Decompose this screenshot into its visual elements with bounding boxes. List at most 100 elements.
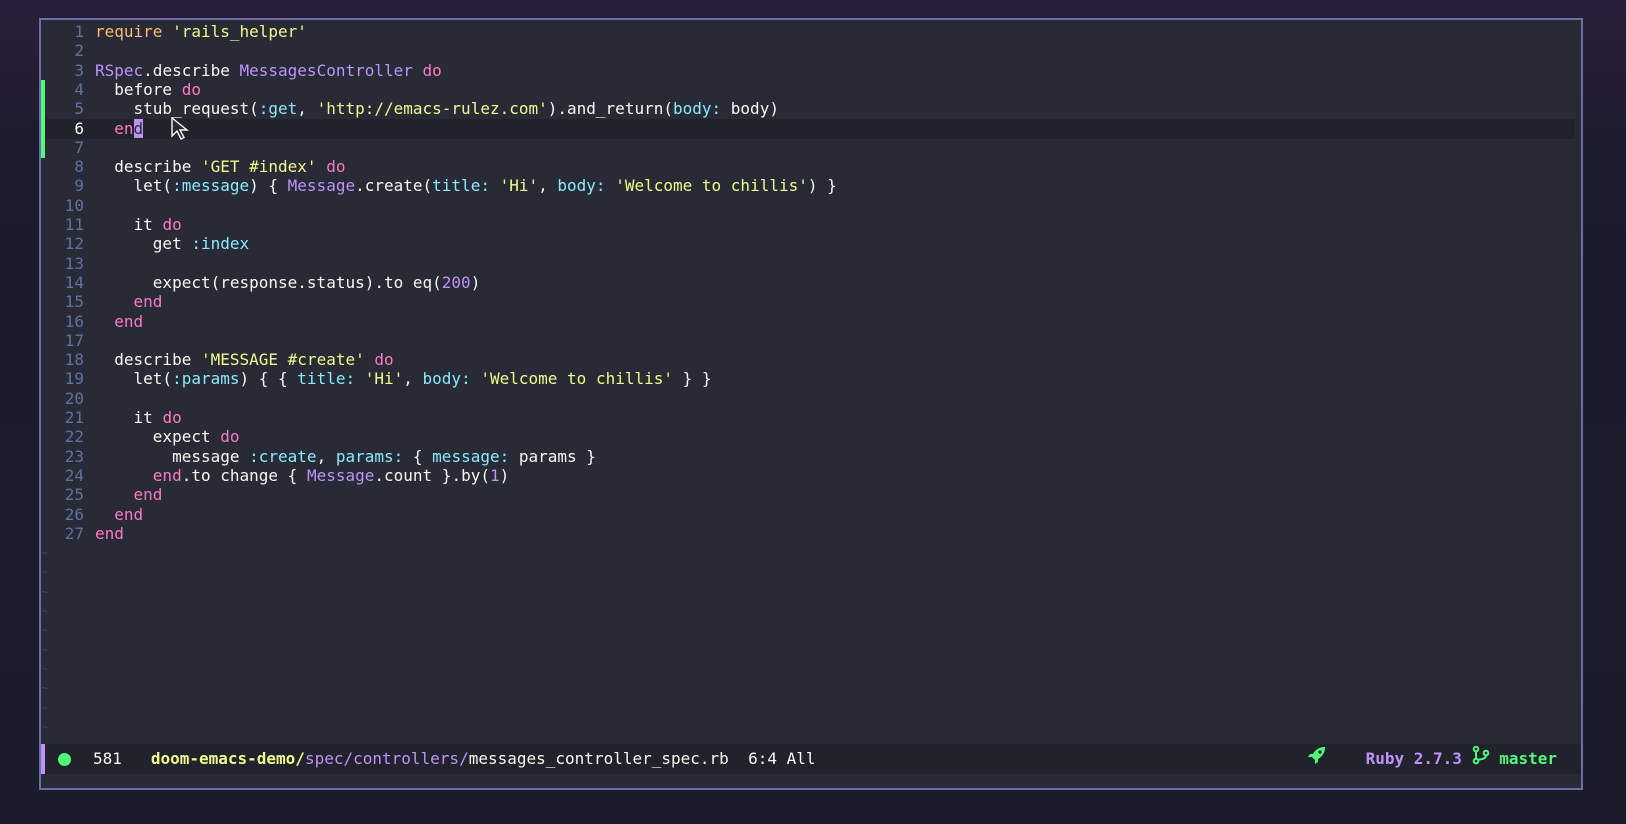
code-text: describe 'MESSAGE #create' do <box>95 350 393 370</box>
code-line[interactable]: 24 end.to change { Message.count }.by(1) <box>41 466 1575 486</box>
code-token: , <box>403 369 423 389</box>
line-number: 24 <box>64 465 84 485</box>
code-token: .create( <box>355 176 433 196</box>
code-token: .count }.by( <box>374 465 490 485</box>
code-line[interactable]: 16 end <box>41 312 1575 332</box>
code-line[interactable]: 25 end <box>41 485 1575 505</box>
git-branch[interactable]: master <box>1499 749 1557 768</box>
code-line[interactable]: 6 end <box>41 118 1575 139</box>
code-line[interactable]: 22 expect do <box>41 427 1575 447</box>
code-token: body) <box>721 99 779 119</box>
code-line[interactable]: 1 require 'rails_helper' <box>41 22 1575 42</box>
editor-pane[interactable]: 1 require 'rails_helper' 2 3 RSpec.describe … <box>41 20 1581 744</box>
code-line[interactable]: 19 let(:params) { { title: 'Hi', body: '… <box>41 369 1575 389</box>
code-line[interactable]: 27 end <box>41 524 1575 544</box>
code-line[interactable]: 8 describe 'GET #index' do <box>41 157 1575 177</box>
code-text: it do <box>95 408 182 428</box>
code-token: do <box>326 157 346 177</box>
code-token: let( <box>95 176 173 196</box>
code-line[interactable]: 26 end <box>41 505 1575 525</box>
code-token: 200 <box>441 272 471 292</box>
line-number: 20 <box>64 388 84 408</box>
text-cursor: d <box>133 118 144 138</box>
code-line[interactable]: 20 <box>41 389 1575 409</box>
code-token: :create <box>249 446 317 466</box>
code-line[interactable]: 5 stub_request(:get, 'http://emacs-rulez… <box>41 99 1575 120</box>
code-token: } } <box>673 369 712 389</box>
path-root[interactable]: doom-emacs-demo/ <box>151 749 305 768</box>
code-token: message <box>95 446 250 466</box>
code-token: before <box>95 79 182 99</box>
line-number: 12 <box>64 234 84 254</box>
line-number: 1 <box>74 22 84 41</box>
code-token: Message <box>287 176 356 196</box>
code-line[interactable]: 12 get :index <box>41 234 1575 254</box>
line-number: 2 <box>74 41 84 61</box>
code-line[interactable]: 18 describe 'MESSAGE #create' do <box>41 350 1575 370</box>
code-token: 'Welcome to chillis' <box>480 369 673 389</box>
major-mode[interactable]: Ruby 2.7.3 <box>1366 749 1462 768</box>
modeline-bar <box>41 744 45 774</box>
code-token: it <box>95 408 163 427</box>
code-token: do <box>422 60 442 80</box>
code-line[interactable]: 9 let(:message) { Message.create(title: … <box>41 176 1575 196</box>
code-token: 'MESSAGE #create' <box>200 350 365 370</box>
code-token: title: <box>432 176 490 196</box>
code-line[interactable]: 11 it do <box>41 215 1575 235</box>
empty-line-marker: ~ <box>41 623 49 638</box>
code-text: message :create, params: { message: para… <box>95 447 596 467</box>
cursor-position: 6:4 All <box>748 749 816 768</box>
code-token: MessagesController <box>239 60 413 80</box>
empty-line-marker: ~ <box>41 700 49 715</box>
line-number: 13 <box>64 253 84 273</box>
line-number: 19 <box>64 369 84 389</box>
empty-line-marker: ~ <box>41 565 49 580</box>
code-line[interactable]: 4 before do <box>41 79 1575 100</box>
code-line[interactable]: 14 expect(response.status).to eq(200) <box>41 273 1575 293</box>
code-token: RSpec <box>95 60 144 80</box>
code-line[interactable]: 3 RSpec.describe MessagesController do <box>41 61 1575 81</box>
code-text: RSpec.describe MessagesController do <box>95 61 442 81</box>
line-number: 5 <box>74 99 84 119</box>
code-line[interactable]: 2 <box>41 41 1575 61</box>
echo-area[interactable] <box>41 774 1581 788</box>
code-text: expect do <box>95 427 240 447</box>
empty-line-marker: ~ <box>41 642 49 657</box>
code-line[interactable]: 21 it do <box>41 408 1575 428</box>
empty-line-marker: ~ <box>41 546 49 561</box>
code-token: :get <box>258 99 298 119</box>
empty-line-marker: ~ <box>41 584 49 599</box>
code-token: 'Welcome to chillis' <box>615 176 808 196</box>
code-line[interactable]: 15 end <box>41 292 1575 312</box>
code-line[interactable]: 23 message :create, params: { message: p… <box>41 447 1575 467</box>
modeline-right: Ruby 2.7.3 master <box>1307 744 1557 775</box>
path-dir[interactable]: spec/controllers/ <box>305 749 469 768</box>
line-number: 26 <box>64 504 84 524</box>
code-line[interactable]: 17 <box>41 331 1575 351</box>
code-line[interactable]: 7 <box>41 137 1575 158</box>
code-line[interactable]: 13 <box>41 254 1575 274</box>
code-token: do <box>162 408 182 427</box>
code-token: ) <box>499 465 510 485</box>
code-token: describe <box>95 350 201 370</box>
code-token: params } <box>509 446 596 466</box>
line-number: 17 <box>64 330 84 350</box>
line-number: 10 <box>64 195 84 215</box>
code-token: 'http://emacs-rulez.com' <box>316 99 548 119</box>
file-name[interactable]: messages_controller_spec.rb <box>469 749 729 768</box>
code-line[interactable]: 10 <box>41 196 1575 216</box>
code-token: it <box>95 215 163 234</box>
code-token: 'Hi' <box>499 176 539 196</box>
line-number: 9 <box>74 176 84 196</box>
code-token: stub_request( <box>95 99 259 119</box>
code-token: end <box>95 523 124 543</box>
